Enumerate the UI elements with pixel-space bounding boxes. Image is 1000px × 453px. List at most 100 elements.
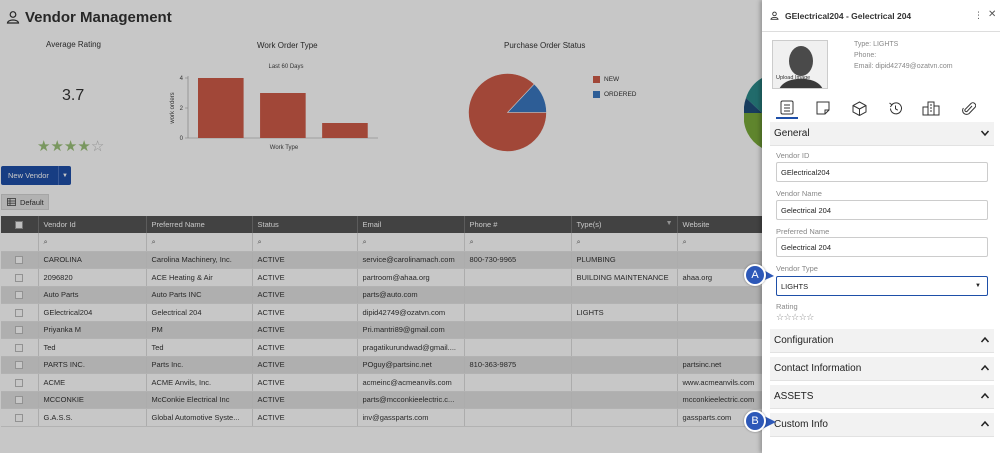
section-contact-information[interactable]: Contact Information xyxy=(770,357,994,381)
table-cell: partroom@ahaa.org xyxy=(357,268,465,287)
vendor-name-field[interactable]: Gelectrical 204 xyxy=(776,200,988,220)
avatar[interactable]: Upload Image xyxy=(772,40,828,89)
preferred-name-field[interactable]: Gelectrical 204 xyxy=(776,237,988,257)
buildings-icon xyxy=(922,101,940,115)
table-cell xyxy=(571,408,678,427)
filter-input[interactable]: ⌕ xyxy=(677,233,763,252)
table-cell xyxy=(677,338,763,357)
section-label: ASSETS xyxy=(774,391,814,402)
table-cell xyxy=(677,303,763,322)
column-header[interactable]: Preferred Name xyxy=(146,216,253,233)
chevron-down-icon[interactable]: ▼ xyxy=(58,166,71,185)
search-icon: ⌕ xyxy=(151,236,156,246)
table-row[interactable]: 2096820 ACE Heating & Air ACTIVE partroom@a… xyxy=(1,268,763,287)
row-checkbox[interactable] xyxy=(1,251,39,269)
select-all-checkbox[interactable] xyxy=(1,216,39,233)
table-cell: PARTS INC. xyxy=(38,356,147,374)
column-header[interactable]: Type(s) ▼ xyxy=(571,216,678,233)
chevron-down-icon[interactable] xyxy=(980,128,990,138)
table-cell: McConkie Electrical Inc xyxy=(146,391,253,409)
table-cell: 2096820 xyxy=(38,268,147,287)
column-header[interactable]: Phone # xyxy=(464,216,572,233)
column-header[interactable]: Vendor Id xyxy=(38,216,147,233)
section-assets[interactable]: ASSETS xyxy=(770,385,994,409)
table-cell: parts@auto.com xyxy=(357,286,465,304)
section-configuration[interactable]: Configuration xyxy=(770,329,994,353)
filter-input[interactable]: ⌕ xyxy=(252,233,358,252)
table-row[interactable]: GElectrical204 Gelectrical 204 ACTIVE dipid… xyxy=(1,303,763,322)
table-cell: Priyanka M xyxy=(38,321,147,339)
more-options-icon[interactable]: ⋮ xyxy=(974,10,983,21)
table-row[interactable]: Ted Ted ACTIVE pragatikurundwad@gmail.... xyxy=(1,338,763,357)
chevron-up-icon[interactable] xyxy=(980,391,990,401)
filter-input[interactable]: ⌕ xyxy=(464,233,572,252)
x-axis-label: Work Type xyxy=(270,145,299,151)
upload-image-label[interactable]: Upload Image xyxy=(776,75,810,81)
table-row[interactable]: ACME ACME Anvils, Inc. ACTIVE acmeinc@acmea… xyxy=(1,373,763,392)
chevron-down-icon[interactable]: ▼ xyxy=(975,283,981,289)
rating-stars-input[interactable]: ☆☆☆☆☆ xyxy=(776,312,814,323)
search-icon: ⌕ xyxy=(469,236,474,246)
chevron-up-icon[interactable] xyxy=(980,419,990,429)
column-header[interactable]: Website xyxy=(677,216,763,233)
tab-attachments[interactable] xyxy=(958,97,980,119)
view-tab-default[interactable]: Default xyxy=(1,194,49,210)
table-cell: POguy@partsinc.net xyxy=(357,356,465,374)
table-cell xyxy=(571,373,678,392)
paperclip-icon xyxy=(962,101,976,115)
table-cell: Auto Parts xyxy=(38,286,147,304)
table-cell: ACTIVE xyxy=(252,338,358,357)
row-checkbox[interactable] xyxy=(1,373,39,392)
row-checkbox[interactable] xyxy=(1,286,39,304)
filter-icon[interactable]: ▼ xyxy=(666,220,673,227)
tab-assets[interactable] xyxy=(848,97,870,119)
section-general[interactable]: General xyxy=(770,122,994,146)
rating-star: ★ xyxy=(50,138,64,155)
tab-locations[interactable] xyxy=(920,97,942,119)
vendor-id-field[interactable]: GElectrical204 xyxy=(776,162,988,182)
close-icon[interactable]: ✕ xyxy=(988,9,996,20)
table-cell: ACTIVE xyxy=(252,391,358,409)
chevron-up-icon[interactable] xyxy=(980,363,990,373)
table-cell: ACTIVE xyxy=(252,286,358,304)
callout-b: B xyxy=(744,410,766,432)
table-row[interactable]: Auto Parts Auto Parts INC ACTIVE parts@auto… xyxy=(1,286,763,304)
section-custom-info[interactable]: Custom Info xyxy=(770,413,994,437)
row-checkbox[interactable] xyxy=(1,303,39,322)
table-row[interactable]: Priyanka M PM ACTIVE Pri.mantri89@gmail.com xyxy=(1,321,763,339)
tab-details[interactable] xyxy=(776,97,798,119)
filter-input[interactable]: ⌕ xyxy=(38,233,147,252)
vendor-type-value: LIGHTS xyxy=(781,281,809,291)
cube-icon xyxy=(852,100,866,116)
row-checkbox[interactable] xyxy=(1,356,39,374)
column-header[interactable]: Email xyxy=(357,216,465,233)
search-icon: ⌕ xyxy=(362,236,367,246)
chevron-up-icon[interactable] xyxy=(980,335,990,345)
table-cell: ACTIVE xyxy=(252,268,358,287)
filter-input[interactable]: ⌕ xyxy=(571,233,678,252)
row-checkbox[interactable] xyxy=(1,321,39,339)
column-header[interactable]: Status xyxy=(252,216,358,233)
row-checkbox[interactable] xyxy=(1,391,39,409)
row-checkbox[interactable] xyxy=(1,408,39,427)
table-cell: Parts Inc. xyxy=(146,356,253,374)
tab-history[interactable] xyxy=(884,97,906,119)
table-cell xyxy=(464,391,572,409)
row-checkbox[interactable] xyxy=(1,268,39,287)
table-row[interactable]: G.A.S.S. Global Automotive Syste... ACTIVE… xyxy=(1,408,763,427)
vendor-type-select[interactable]: LIGHTS ▼ xyxy=(776,276,988,296)
table-cell: 800-730-9965 xyxy=(464,251,572,269)
table-row[interactable]: MCCONKIE McConkie Electrical Inc ACTIVE par… xyxy=(1,391,763,409)
table-row[interactable]: PARTS INC. Parts Inc. ACTIVE POguy@partsinc… xyxy=(1,356,763,374)
legend-label: ORDERED xyxy=(604,91,637,98)
filter-input[interactable]: ⌕ xyxy=(357,233,465,252)
new-vendor-label: New Vendor xyxy=(8,171,49,180)
tab-notes[interactable] xyxy=(812,97,834,119)
rating-star: ☆ xyxy=(90,138,105,155)
table-cell: ACTIVE xyxy=(252,373,358,392)
filter-input[interactable]: ⌕ xyxy=(146,233,253,252)
callout-a: A xyxy=(744,264,766,286)
new-vendor-button[interactable]: New Vendor ▼ xyxy=(1,166,71,185)
table-row[interactable]: CAROLINA Carolina Machinery, Inc. ACTIVE se… xyxy=(1,251,763,269)
row-checkbox[interactable] xyxy=(1,338,39,357)
